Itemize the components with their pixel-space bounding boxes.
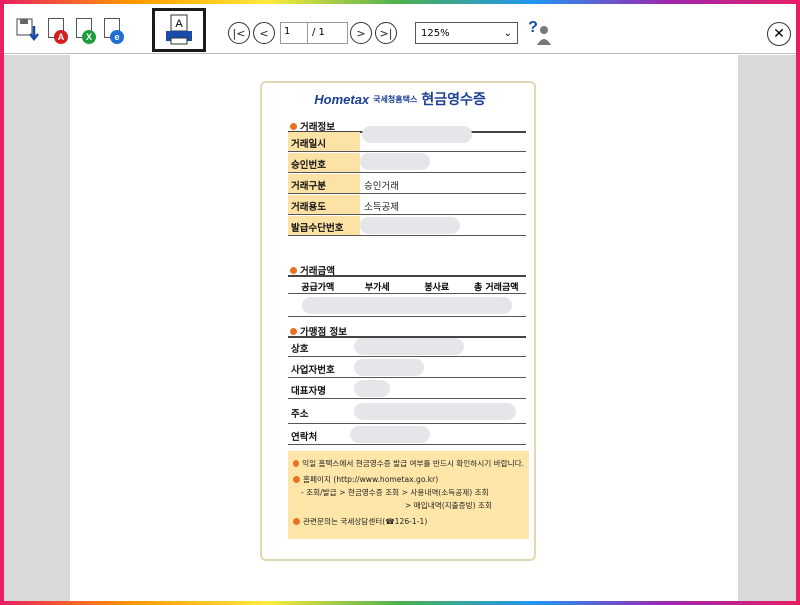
help-person-icon: ? — [528, 19, 551, 45]
window-frame: A X e A |< < 1 / 1 > >| 125% ⌄ ? ✕ Homet… — [0, 0, 800, 605]
zoom-select[interactable]: 125% ⌄ — [415, 22, 518, 44]
redacted-mask — [362, 126, 472, 143]
save-button[interactable] — [16, 18, 42, 44]
row-value — [360, 126, 526, 151]
viewer-window: A X e A |< < 1 / 1 > >| 125% ⌄ ? ✕ Homet… — [4, 4, 796, 601]
row-label: 거래일시 — [288, 132, 360, 151]
row-label: 사업자번호 — [291, 365, 335, 376]
redacted-mask — [302, 297, 512, 314]
row-label: 대표자명 — [291, 386, 326, 397]
document-viewer[interactable]: Hometax 국세청홈택스 현금영수증 거래정보 거래일시 승인번호 거래구분… — [4, 55, 796, 601]
row-value — [354, 400, 526, 423]
toolbar: A X e A |< < 1 / 1 > >| 125% ⌄ ? ✕ — [4, 4, 796, 54]
row-value — [354, 358, 526, 377]
row-value: 승인거래 — [364, 181, 399, 192]
chevron-right-icon: > — [356, 26, 366, 40]
cash-receipt: Hometax 국세청홈택스 현금영수증 거래정보 거래일시 승인번호 거래구분… — [260, 81, 536, 561]
redacted-mask — [354, 403, 516, 420]
row-merchant-name: 상호 — [288, 337, 526, 357]
row-value — [354, 337, 526, 356]
row-label: 상호 — [291, 344, 309, 355]
amount-header-service: 봉사료 — [424, 283, 450, 293]
redacted-mask — [350, 426, 430, 443]
bullet-icon — [293, 476, 300, 483]
close-button[interactable]: ✕ — [767, 22, 791, 46]
excel-button[interactable]: X — [74, 18, 96, 44]
row-contact: 연락처 — [288, 425, 526, 445]
notice-box: 익일 홈택스에서 현금영수증 발급 여부를 반드시 확인하시기 바랍니다. 홈페… — [288, 451, 529, 539]
bullet-icon — [290, 327, 297, 335]
receipt-header: Hometax 국세청홈택스 현금영수증 — [262, 87, 538, 111]
row-label: 거래구분 — [288, 174, 360, 193]
row-approval-no: 승인번호 — [288, 153, 526, 173]
bullet-icon — [293, 518, 300, 525]
amount-header-vat: 부가세 — [364, 283, 390, 293]
pdf-export-icon: A — [46, 18, 68, 44]
row-business-no: 사업자번호 — [288, 358, 526, 378]
close-icon: ✕ — [773, 26, 785, 42]
print-button[interactable]: A — [152, 8, 206, 52]
last-page-button[interactable]: >| — [375, 22, 397, 44]
row-label: 거래용도 — [288, 195, 360, 214]
row-value — [354, 379, 526, 398]
page-number-input[interactable]: 1 — [280, 22, 308, 44]
row-issue-means: 발급수단번호 — [288, 216, 526, 236]
row-tx-purpose: 거래용도 소득공제 — [288, 195, 526, 215]
hwp-button[interactable]: e — [102, 18, 124, 44]
amount-header-supply: 공급가액 — [301, 283, 335, 293]
notice-line: 익일 홈택스에서 현금영수증 발급 여부를 반드시 확인하시기 바랍니다. — [293, 457, 524, 470]
svg-text:?: ? — [528, 19, 538, 36]
chevron-down-icon: ⌄ — [503, 27, 512, 39]
chevron-left-icon: < — [259, 26, 269, 40]
notice-line: 홈페이지 (http://www.hometax.go.kr) — [293, 473, 524, 486]
row-value — [360, 216, 526, 235]
svg-text:A: A — [175, 18, 183, 30]
help-button[interactable]: ? — [527, 18, 553, 46]
hometax-logo: Hometax — [314, 91, 370, 107]
notice-line: - 조회/발급 > 현금영수증 조회 > 사용내역(소득공제) 조회 — [301, 488, 489, 497]
redacted-mask — [354, 338, 464, 355]
amount-header-total: 총 거래금액 — [473, 283, 519, 293]
zoom-value: 125% — [421, 27, 450, 39]
bullet-icon — [290, 266, 297, 274]
document-page: Hometax 국세청홈택스 현금영수증 거래정보 거래일시 승인번호 거래구분… — [70, 55, 738, 601]
page-total: / 1 — [308, 22, 348, 44]
amount-value-row — [288, 295, 526, 317]
prev-page-button[interactable]: < — [253, 22, 275, 44]
row-value — [350, 425, 526, 444]
row-value — [360, 153, 526, 172]
row-label: 승인번호 — [288, 153, 360, 172]
pdf-button[interactable]: A — [46, 18, 68, 44]
row-label: 주소 — [291, 409, 309, 420]
row-address: 주소 — [288, 400, 526, 424]
notice-line: > 매입내역(지출증빙) 조회 — [405, 501, 492, 510]
last-page-icon: >| — [379, 26, 393, 40]
first-page-button[interactable]: |< — [228, 22, 250, 44]
hwp-export-icon: e — [102, 18, 124, 44]
receipt-title: 현금영수증 — [421, 92, 486, 108]
row-tx-type: 거래구분 승인거래 — [288, 174, 526, 194]
printer-icon: A — [166, 14, 192, 45]
bullet-icon — [290, 122, 297, 130]
redacted-mask — [354, 359, 424, 376]
amount-header-row: 공급가액 부가세 봉사료 총 거래금액 — [288, 276, 526, 294]
row-representative: 대표자명 — [288, 379, 526, 399]
next-page-button[interactable]: > — [350, 22, 372, 44]
first-page-icon: |< — [232, 26, 246, 40]
excel-export-icon: X — [74, 18, 96, 44]
save-download-icon — [16, 18, 39, 42]
row-value: 소득공제 — [364, 202, 399, 213]
row-label: 발급수단번호 — [288, 216, 360, 235]
redacted-mask — [360, 217, 460, 234]
notice-line: 관련문의는 국세상담센터(☎126-1-1) — [293, 515, 524, 528]
redacted-mask — [354, 380, 390, 397]
hometax-logo-sub: 국세청홈택스 — [373, 94, 418, 104]
row-tx-datetime: 거래일시 — [288, 126, 526, 152]
redacted-mask — [360, 153, 430, 170]
bullet-icon — [293, 460, 300, 467]
